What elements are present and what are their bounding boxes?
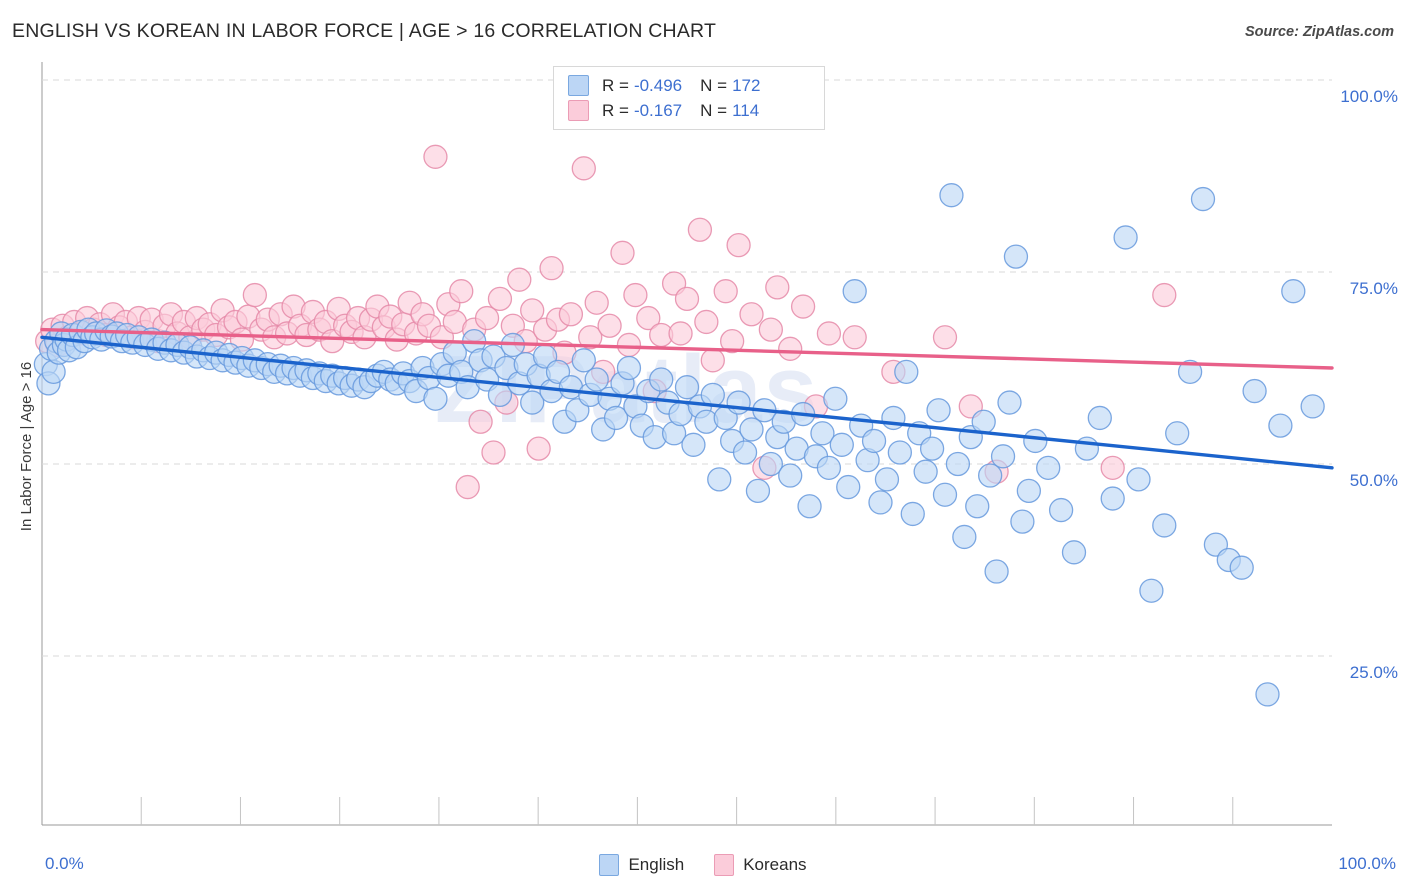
stat-row-koreans: R = -0.167 N = 114: [568, 98, 814, 123]
legend-label-koreans: Koreans: [743, 855, 807, 874]
y-axis-tick-25: 25.0%: [1349, 663, 1398, 682]
stat-row-english: R = -0.496 N = 172: [568, 73, 814, 98]
english-swatch-icon: [568, 75, 589, 96]
page-title: ENGLISH VS KOREAN IN LABOR FORCE | AGE >…: [12, 20, 717, 42]
y-axis-tick-100: 100.0%: [1340, 87, 1398, 106]
koreans-n-value: 114: [732, 100, 760, 120]
correlation-stats-box: R = -0.496 N = 172 R = -0.167 N = 114: [553, 66, 825, 130]
koreans-r-label: R =: [602, 100, 629, 120]
koreans-legend-swatch-icon: [714, 854, 735, 876]
y-axis-tick-50: 50.0%: [1349, 471, 1398, 490]
series-legend: English Koreans: [0, 854, 1406, 876]
y-axis-title-text: In Labor Force | Age > 16: [18, 361, 36, 531]
chart-header: ENGLISH VS KOREAN IN LABOR FORCE | AGE >…: [0, 0, 1406, 56]
y-axis-title: In Labor Force | Age > 16: [14, 0, 40, 892]
english-n-label: N =: [700, 75, 728, 95]
koreans-r-value: -0.167: [633, 100, 683, 120]
y-axis-tick-75: 75.0%: [1349, 279, 1398, 298]
english-r-value: -0.496: [633, 75, 683, 95]
english-r-label: R =: [602, 75, 629, 95]
legend-label-english: English: [628, 855, 685, 874]
english-legend-swatch-icon: [599, 854, 620, 876]
english-n-value: 172: [732, 75, 761, 95]
correlation-chart: ENGLISH VS KOREAN IN LABOR FORCE | AGE >…: [0, 0, 1406, 892]
legend-item-english[interactable]: English: [599, 854, 684, 876]
scatter-plot-svg: [33, 62, 1334, 826]
koreans-swatch-icon: [568, 100, 589, 121]
series-points-english: [33, 183, 1325, 707]
source-attribution: Source: ZipAtlas.com: [1244, 24, 1394, 40]
plot-area: ZIPatlas: [33, 62, 1334, 837]
legend-item-koreans[interactable]: Koreans: [714, 854, 807, 876]
koreans-n-label: N =: [700, 100, 728, 120]
